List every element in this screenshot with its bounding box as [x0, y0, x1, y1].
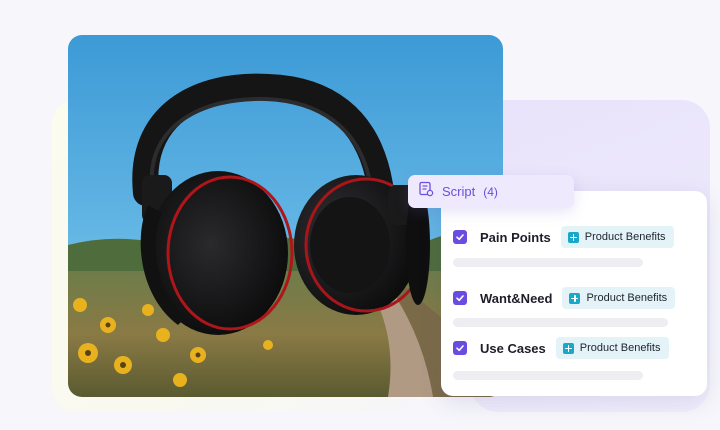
list-item: Use Cases Product Benefits	[453, 337, 669, 359]
script-chip-label: Script	[442, 184, 476, 199]
tag-label: Product Benefits	[579, 342, 661, 354]
tag-product-benefits[interactable]: Product Benefits	[562, 287, 676, 309]
hero-stage: Script (4) Pain Points Product Benefits	[0, 0, 720, 430]
plus-square-icon	[569, 292, 581, 304]
check-icon	[456, 295, 464, 302]
script-chip[interactable]: Script (4)	[408, 175, 574, 208]
plus-square-icon	[562, 342, 574, 354]
product-photo-headphones	[68, 35, 503, 397]
plus-square-icon	[567, 231, 579, 243]
placeholder-line	[453, 318, 668, 327]
row-label-use-cases: Use Cases	[480, 340, 546, 356]
tag-label: Product Benefits	[584, 231, 666, 243]
list-item: Want&Need Product Benefits	[453, 287, 676, 309]
check-icon	[456, 345, 464, 352]
tag-label: Product Benefits	[586, 292, 668, 304]
row-label-pain-points: Pain Points	[480, 229, 551, 245]
placeholder-line	[453, 258, 643, 267]
script-chip-count: (4)	[483, 184, 498, 199]
checkbox-checked[interactable]	[453, 291, 467, 305]
row-label-want-need: Want&Need	[480, 290, 553, 306]
check-icon	[456, 234, 464, 241]
checkbox-checked[interactable]	[453, 230, 467, 244]
placeholder-line	[453, 371, 643, 380]
checkbox-checked[interactable]	[453, 341, 467, 355]
list-item: Pain Points Product Benefits	[453, 226, 674, 248]
tag-product-benefits[interactable]: Product Benefits	[555, 337, 669, 359]
tag-product-benefits[interactable]: Product Benefits	[560, 226, 674, 248]
script-list-icon	[418, 181, 434, 202]
script-card: Pain Points Product Benefits Want&Need P…	[441, 191, 707, 396]
